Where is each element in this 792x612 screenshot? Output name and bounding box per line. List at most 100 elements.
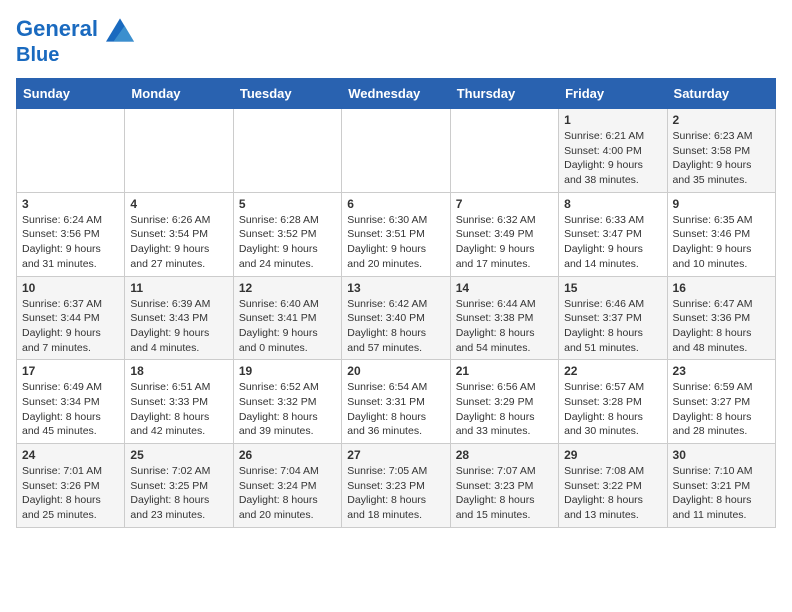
day-info: Sunrise: 6:23 AMSunset: 3:58 PMDaylight:… — [673, 129, 770, 188]
day-number: 27 — [347, 448, 444, 462]
calendar-cell: 18 Sunrise: 6:51 AMSunset: 3:33 PMDayligh… — [125, 360, 233, 444]
day-number: 22 — [564, 364, 661, 378]
calendar-cell: 16 Sunrise: 6:47 AMSunset: 3:36 PMDayligh… — [667, 276, 775, 360]
calendar-cell — [450, 109, 558, 193]
day-number: 26 — [239, 448, 336, 462]
day-number: 15 — [564, 281, 661, 295]
calendar-cell: 9Sunrise: 6:35 AMSunset: 3:46 PMDaylight… — [667, 192, 775, 276]
calendar-cell: 10 Sunrise: 6:37 AMSunset: 3:44 PMDayligh… — [17, 276, 125, 360]
day-info: Sunrise: 6:33 AMSunset: 3:47 PMDaylight:… — [564, 213, 661, 272]
day-number: 21 — [456, 364, 553, 378]
day-number: 4 — [130, 197, 227, 211]
weekday-header-wednesday: Wednesday — [342, 79, 450, 109]
calendar-cell: 12 Sunrise: 6:40 AMSunset: 3:41 PMDayligh… — [233, 276, 341, 360]
calendar-cell: 29 Sunrise: 7:08 AMSunset: 3:22 PMDayligh… — [559, 444, 667, 528]
weekday-header-tuesday: Tuesday — [233, 79, 341, 109]
day-number: 8 — [564, 197, 661, 211]
calendar-week-1: 1 Sunrise: 6:21 AMSunset: 4:00 PMDaylight… — [17, 109, 776, 193]
day-number: 19 — [239, 364, 336, 378]
calendar-cell: 14 Sunrise: 6:44 AMSunset: 3:38 PMDayligh… — [450, 276, 558, 360]
calendar-cell: 8 Sunrise: 6:33 AMSunset: 3:47 PMDaylight… — [559, 192, 667, 276]
day-info: Sunrise: 6:40 AMSunset: 3:41 PMDaylight:… — [239, 297, 336, 356]
day-info: Sunrise: 6:47 AMSunset: 3:36 PMDaylight:… — [673, 297, 770, 356]
day-number: 11 — [130, 281, 227, 295]
day-info: Sunrise: 6:39 AMSunset: 3:43 PMDaylight:… — [130, 297, 227, 356]
day-info: Sunrise: 6:51 AMSunset: 3:33 PMDaylight:… — [130, 380, 227, 439]
day-info: Sunrise: 7:07 AMSunset: 3:23 PMDaylight:… — [456, 464, 553, 523]
calendar-cell: 2 Sunrise: 6:23 AMSunset: 3:58 PMDaylight… — [667, 109, 775, 193]
day-number: 24 — [22, 448, 119, 462]
day-info: Sunrise: 6:56 AMSunset: 3:29 PMDaylight:… — [456, 380, 553, 439]
logo-blue: Blue — [16, 44, 134, 66]
weekday-header-monday: Monday — [125, 79, 233, 109]
calendar-cell: 22Sunrise: 6:57 AMSunset: 3:28 PMDayligh… — [559, 360, 667, 444]
day-info: Sunrise: 6:32 AMSunset: 3:49 PMDaylight:… — [456, 213, 553, 272]
day-number: 14 — [456, 281, 553, 295]
calendar-week-2: 3 Sunrise: 6:24 AMSunset: 3:56 PMDaylight… — [17, 192, 776, 276]
logo-text: General — [16, 16, 134, 44]
day-info: Sunrise: 6:21 AMSunset: 4:00 PMDaylight:… — [564, 129, 661, 188]
calendar-cell: 7 Sunrise: 6:32 AMSunset: 3:49 PMDaylight… — [450, 192, 558, 276]
day-number: 16 — [673, 281, 770, 295]
calendar-cell: 24 Sunrise: 7:01 AMSunset: 3:26 PMDayligh… — [17, 444, 125, 528]
day-info: Sunrise: 7:08 AMSunset: 3:22 PMDaylight:… — [564, 464, 661, 523]
day-info: Sunrise: 7:10 AMSunset: 3:21 PMDaylight:… — [673, 464, 770, 523]
day-number: 18 — [130, 364, 227, 378]
day-number: 2 — [673, 113, 770, 127]
calendar-cell — [17, 109, 125, 193]
calendar-cell: 27 Sunrise: 7:05 AMSunset: 3:23 PMDayligh… — [342, 444, 450, 528]
day-number: 20 — [347, 364, 444, 378]
day-number: 28 — [456, 448, 553, 462]
day-number: 7 — [456, 197, 553, 211]
day-number: 30 — [673, 448, 770, 462]
calendar-table: SundayMondayTuesdayWednesdayThursdayFrid… — [16, 78, 776, 528]
day-number: 3 — [22, 197, 119, 211]
calendar-cell — [233, 109, 341, 193]
weekday-header-thursday: Thursday — [450, 79, 558, 109]
day-number: 1 — [564, 113, 661, 127]
weekday-header-saturday: Saturday — [667, 79, 775, 109]
calendar-cell: 5 Sunrise: 6:28 AMSunset: 3:52 PMDaylight… — [233, 192, 341, 276]
day-number: 25 — [130, 448, 227, 462]
day-info: Sunrise: 6:26 AMSunset: 3:54 PMDaylight:… — [130, 213, 227, 272]
day-info: Sunrise: 7:01 AMSunset: 3:26 PMDaylight:… — [22, 464, 119, 523]
day-info: Sunrise: 6:28 AMSunset: 3:52 PMDaylight:… — [239, 213, 336, 272]
calendar-cell — [342, 109, 450, 193]
day-info: Sunrise: 7:05 AMSunset: 3:23 PMDaylight:… — [347, 464, 444, 523]
calendar-cell: 17Sunrise: 6:49 AMSunset: 3:34 PMDayligh… — [17, 360, 125, 444]
calendar-cell: 1 Sunrise: 6:21 AMSunset: 4:00 PMDaylight… — [559, 109, 667, 193]
calendar-cell: 23Sunrise: 6:59 AMSunset: 3:27 PMDayligh… — [667, 360, 775, 444]
calendar-cell: 20 Sunrise: 6:54 AMSunset: 3:31 PMDayligh… — [342, 360, 450, 444]
day-number: 29 — [564, 448, 661, 462]
calendar-cell: 11 Sunrise: 6:39 AMSunset: 3:43 PMDayligh… — [125, 276, 233, 360]
weekday-header-friday: Friday — [559, 79, 667, 109]
calendar-cell: 25 Sunrise: 7:02 AMSunset: 3:25 PMDayligh… — [125, 444, 233, 528]
day-info: Sunrise: 6:54 AMSunset: 3:31 PMDaylight:… — [347, 380, 444, 439]
day-info: Sunrise: 6:35 AMSunset: 3:46 PMDaylight:… — [673, 213, 770, 272]
day-number: 10 — [22, 281, 119, 295]
day-info: Sunrise: 6:24 AMSunset: 3:56 PMDaylight:… — [22, 213, 119, 272]
calendar-cell: 4 Sunrise: 6:26 AMSunset: 3:54 PMDaylight… — [125, 192, 233, 276]
calendar-cell: 30 Sunrise: 7:10 AMSunset: 3:21 PMDayligh… — [667, 444, 775, 528]
calendar-cell: 6Sunrise: 6:30 AMSunset: 3:51 PMDaylight… — [342, 192, 450, 276]
day-info: Sunrise: 6:42 AMSunset: 3:40 PMDaylight:… — [347, 297, 444, 356]
calendar-cell: 21 Sunrise: 6:56 AMSunset: 3:29 PMDayligh… — [450, 360, 558, 444]
day-info: Sunrise: 7:02 AMSunset: 3:25 PMDaylight:… — [130, 464, 227, 523]
calendar-cell: 3 Sunrise: 6:24 AMSunset: 3:56 PMDaylight… — [17, 192, 125, 276]
logo: General Blue — [16, 16, 134, 66]
day-number: 5 — [239, 197, 336, 211]
calendar-week-3: 10 Sunrise: 6:37 AMSunset: 3:44 PMDayligh… — [17, 276, 776, 360]
day-number: 6 — [347, 197, 444, 211]
page-header: General Blue — [16, 16, 776, 66]
day-number: 23 — [673, 364, 770, 378]
calendar-cell: 13Sunrise: 6:42 AMSunset: 3:40 PMDayligh… — [342, 276, 450, 360]
calendar-cell — [125, 109, 233, 193]
day-info: Sunrise: 6:46 AMSunset: 3:37 PMDaylight:… — [564, 297, 661, 356]
calendar-week-4: 17Sunrise: 6:49 AMSunset: 3:34 PMDayligh… — [17, 360, 776, 444]
day-number: 17 — [22, 364, 119, 378]
day-info: Sunrise: 6:37 AMSunset: 3:44 PMDaylight:… — [22, 297, 119, 356]
day-number: 12 — [239, 281, 336, 295]
day-info: Sunrise: 6:44 AMSunset: 3:38 PMDaylight:… — [456, 297, 553, 356]
weekday-header-row: SundayMondayTuesdayWednesdayThursdayFrid… — [17, 79, 776, 109]
calendar-cell: 26Sunrise: 7:04 AMSunset: 3:24 PMDayligh… — [233, 444, 341, 528]
